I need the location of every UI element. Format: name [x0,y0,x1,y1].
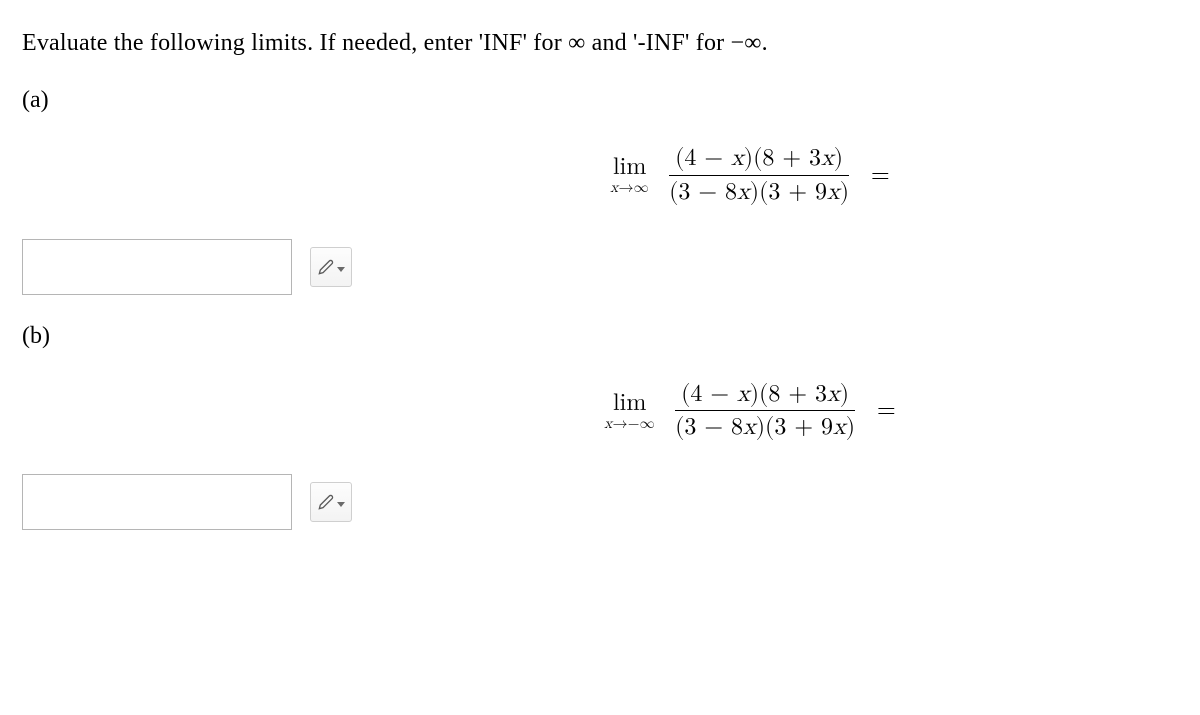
part-b-label: (b) [22,323,1178,350]
lim-text: lim [613,391,646,415]
lim-subscript: x→∞ [610,180,649,195]
part-a-label: (a) [22,87,1178,114]
numerator: (4 − x)(8 + 3x) [675,378,855,412]
fraction: (4 − x)(8 + 3x) (3 − 8x)(3 + 9x) [663,142,855,209]
equation-editor-button[interactable] [310,482,352,522]
part-a-formula: lim x→∞ (4 − x)(8 + 3x) (3 − 8x)(3 + 9x)… [22,142,1178,209]
equation-editor-button[interactable] [310,247,352,287]
pencil-icon [318,494,334,510]
part-a-answer-row [22,239,1178,295]
limit-operator: lim x→∞ [610,155,649,195]
part-b-answer-input[interactable] [22,474,292,530]
lim-text: lim [613,155,646,179]
equals-sign: = [871,161,890,190]
equals-sign: = [877,396,896,425]
chevron-down-icon [337,267,345,272]
denominator: (3 − 8x)(3 + 9x) [663,176,855,209]
part-b-answer-row [22,474,1178,530]
denominator: (3 − 8x)(3 + 9x) [669,411,861,444]
part-b-formula: lim x→−∞ (4 − x)(8 + 3x) (3 − 8x)(3 + 9x… [22,378,1178,445]
limit-operator: lim x→−∞ [604,391,655,431]
chevron-down-icon [337,502,345,507]
part-a-answer-input[interactable] [22,239,292,295]
fraction: (4 − x)(8 + 3x) (3 − 8x)(3 + 9x) [669,378,861,445]
numerator: (4 − x)(8 + 3x) [669,142,849,176]
lim-subscript: x→−∞ [604,416,655,431]
instructions-text: Evaluate the following limits. If needed… [22,30,1178,57]
pencil-icon [318,259,334,275]
